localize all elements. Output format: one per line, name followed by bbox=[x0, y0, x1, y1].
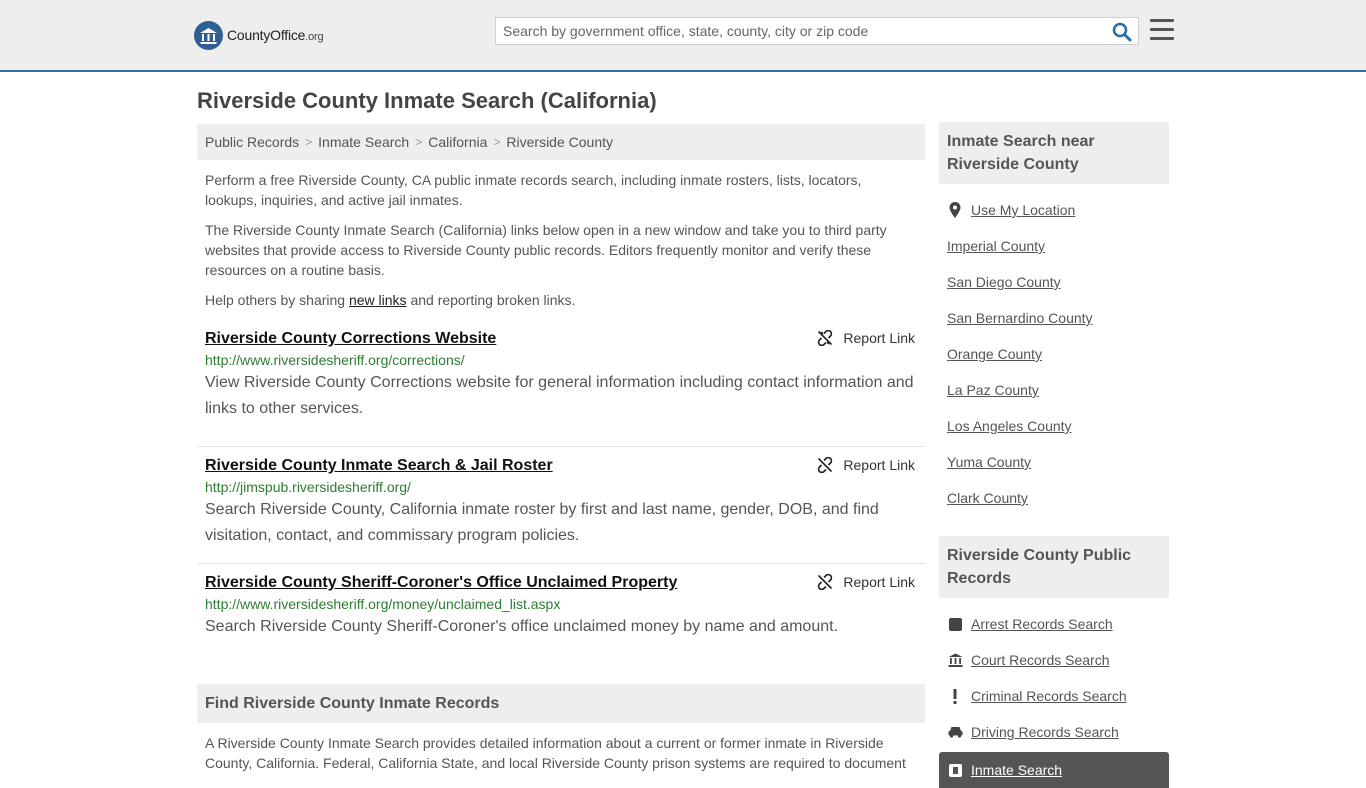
use-my-location-link[interactable]: Use My Location bbox=[971, 202, 1075, 218]
logo-text: CountyOffice.org bbox=[227, 27, 324, 43]
sidebar: Inmate Search near Riverside County Use … bbox=[939, 122, 1169, 788]
main-content: Public Records > Inmate Search > Califor… bbox=[197, 124, 925, 773]
intro-paragraph-3: Help others by sharing new links and rep… bbox=[205, 290, 917, 310]
result-title-link[interactable]: Riverside County Corrections Website bbox=[205, 330, 496, 348]
records-item: Criminal Records Search bbox=[939, 678, 1169, 714]
nearby-link-imperial[interactable]: Imperial County bbox=[947, 238, 1045, 254]
site-header: CountyOffice.org bbox=[0, 0, 1366, 72]
intro-p3-before: Help others by sharing bbox=[205, 292, 349, 308]
broken-link-icon bbox=[818, 330, 833, 346]
breadcrumb-separator-icon: > bbox=[305, 135, 313, 149]
intro-paragraph-2: The Riverside County Inmate Search (Cali… bbox=[205, 222, 887, 278]
public-records-list: Arrest Records Search Court Records Sear… bbox=[939, 606, 1169, 750]
report-link-label: Report Link bbox=[843, 574, 915, 590]
breadcrumb-separator-icon: > bbox=[415, 135, 423, 149]
result-title-link[interactable]: Riverside County Sheriff-Coroner's Offic… bbox=[205, 574, 677, 592]
result-url[interactable]: http://www.riversidesheriff.org/correcti… bbox=[205, 352, 917, 368]
records-item: Arrest Records Search bbox=[939, 606, 1169, 642]
broken-link-icon bbox=[818, 457, 833, 473]
find-records-text: A Riverside County Inmate Search provide… bbox=[205, 735, 906, 771]
nearby-link-san-bernardino[interactable]: San Bernardino County bbox=[947, 310, 1093, 326]
breadcrumb-separator-icon: > bbox=[493, 135, 501, 149]
nearby-item: Orange County bbox=[939, 336, 1169, 372]
result-description: Search Riverside County Sheriff-Coroner'… bbox=[205, 618, 839, 635]
result-url[interactable]: http://jimspub.riversidesheriff.org/ bbox=[205, 479, 917, 495]
report-link-button[interactable]: Report Link bbox=[817, 457, 915, 473]
nearby-item: Los Angeles County bbox=[939, 408, 1169, 444]
nearby-link-orange[interactable]: Orange County bbox=[947, 346, 1042, 362]
intro-p3-after: and reporting broken links. bbox=[406, 292, 576, 308]
use-location-item: Use My Location bbox=[939, 192, 1169, 228]
nearby-link-clark[interactable]: Clark County bbox=[947, 490, 1028, 506]
nearby-link-san-diego[interactable]: San Diego County bbox=[947, 274, 1061, 290]
logo-badge-icon bbox=[194, 20, 223, 50]
car-icon bbox=[947, 724, 963, 740]
result-url[interactable]: http://www.riversidesheriff.org/money/un… bbox=[205, 596, 917, 612]
result-item: Riverside County Sheriff-Coroner's Offic… bbox=[197, 564, 925, 654]
search-icon[interactable] bbox=[1112, 22, 1132, 42]
arrest-records-link[interactable]: Arrest Records Search bbox=[971, 616, 1113, 632]
site-logo[interactable]: CountyOffice.org bbox=[194, 20, 324, 50]
nearby-item: San Diego County bbox=[939, 264, 1169, 300]
result-description: View Riverside County Corrections websit… bbox=[205, 374, 914, 417]
nearby-item: Clark County bbox=[939, 480, 1169, 516]
report-link-button[interactable]: Report Link bbox=[817, 574, 915, 590]
inmate-search-active-item[interactable]: Inmate Search bbox=[939, 752, 1169, 788]
map-pin-icon bbox=[947, 202, 963, 218]
search-box bbox=[495, 17, 1139, 45]
broken-link-icon bbox=[818, 574, 833, 590]
result-title-link[interactable]: Riverside County Inmate Search & Jail Ro… bbox=[205, 457, 553, 475]
nearby-link-yuma[interactable]: Yuma County bbox=[947, 454, 1031, 470]
intro-paragraph-1: Perform a free Riverside County, CA publ… bbox=[205, 172, 862, 208]
nearby-item: Imperial County bbox=[939, 228, 1169, 264]
records-item: Driving Records Search bbox=[939, 714, 1169, 750]
exclamation-icon bbox=[947, 688, 963, 704]
records-item: Court Records Search bbox=[939, 642, 1169, 678]
nearby-link-los-angeles[interactable]: Los Angeles County bbox=[947, 418, 1072, 434]
court-records-link[interactable]: Court Records Search bbox=[971, 652, 1110, 668]
courthouse-icon bbox=[947, 652, 963, 668]
report-link-label: Report Link bbox=[843, 330, 915, 346]
breadcrumb-public-records[interactable]: Public Records bbox=[205, 134, 299, 150]
nearby-heading: Inmate Search near Riverside County bbox=[939, 122, 1169, 184]
nearby-link-la-paz[interactable]: La Paz County bbox=[947, 382, 1039, 398]
breadcrumb: Public Records > Inmate Search > Califor… bbox=[197, 124, 925, 160]
public-records-heading: Riverside County Public Records bbox=[939, 536, 1169, 598]
nearby-item: San Bernardino County bbox=[939, 300, 1169, 336]
breadcrumb-california[interactable]: California bbox=[428, 134, 487, 150]
nearby-item: La Paz County bbox=[939, 372, 1169, 408]
criminal-records-link[interactable]: Criminal Records Search bbox=[971, 688, 1127, 704]
inmate-search-link[interactable]: Inmate Search bbox=[971, 762, 1062, 778]
breadcrumb-riverside-county[interactable]: Riverside County bbox=[506, 134, 613, 150]
nearby-list: Use My Location Imperial County San Dieg… bbox=[939, 192, 1169, 516]
new-links-link[interactable]: new links bbox=[349, 292, 407, 308]
logo-name: CountyOffice bbox=[227, 27, 306, 43]
page-title: Riverside County Inmate Search (Californ… bbox=[197, 88, 657, 113]
search-input[interactable] bbox=[496, 18, 1110, 44]
report-link-label: Report Link bbox=[843, 457, 915, 473]
breadcrumb-inmate-search[interactable]: Inmate Search bbox=[318, 134, 409, 150]
result-description: Search Riverside County, California inma… bbox=[205, 501, 879, 544]
driving-records-link[interactable]: Driving Records Search bbox=[971, 724, 1119, 740]
find-records-heading: Find Riverside County Inmate Records bbox=[197, 684, 925, 723]
intro-text: Perform a free Riverside County, CA publ… bbox=[197, 170, 925, 310]
logo-tld: .org bbox=[305, 31, 324, 43]
result-item: Riverside County Corrections Website Rep… bbox=[197, 330, 925, 447]
result-item: Riverside County Inmate Search & Jail Ro… bbox=[197, 447, 925, 564]
nearby-item: Yuma County bbox=[939, 444, 1169, 480]
report-link-button[interactable]: Report Link bbox=[817, 330, 915, 346]
inmate-icon bbox=[947, 762, 963, 778]
square-icon bbox=[947, 616, 963, 632]
hamburger-menu-icon[interactable] bbox=[1150, 19, 1174, 41]
